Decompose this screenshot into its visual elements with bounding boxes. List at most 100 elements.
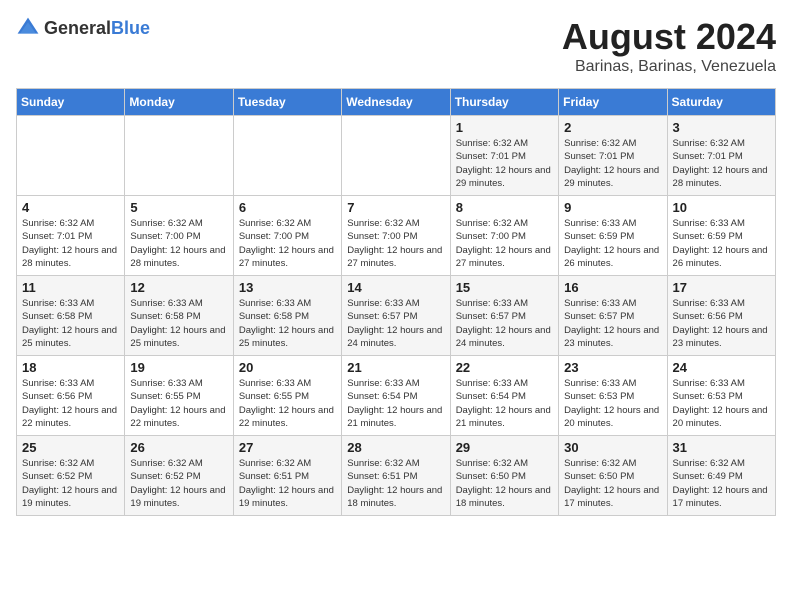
day-info: Sunrise: 6:32 AM Sunset: 7:01 PM Dayligh…: [564, 137, 661, 190]
calendar-cell: 16 Sunrise: 6:33 AM Sunset: 6:57 PM Dayli…: [559, 276, 667, 356]
calendar-cell: 4 Sunrise: 6:32 AM Sunset: 7:01 PM Daylig…: [17, 196, 125, 276]
logo-icon: [16, 16, 40, 40]
calendar-cell: 27 Sunrise: 6:32 AM Sunset: 6:51 PM Dayli…: [233, 436, 341, 516]
day-number: 1: [456, 120, 553, 135]
day-info: Sunrise: 6:32 AM Sunset: 6:49 PM Dayligh…: [673, 457, 770, 510]
day-number: 23: [564, 360, 661, 375]
day-info: Sunrise: 6:32 AM Sunset: 7:00 PM Dayligh…: [456, 217, 553, 270]
calendar-cell: 7 Sunrise: 6:32 AM Sunset: 7:00 PM Daylig…: [342, 196, 450, 276]
day-header-sunday: Sunday: [17, 89, 125, 116]
day-info: Sunrise: 6:33 AM Sunset: 6:59 PM Dayligh…: [564, 217, 661, 270]
page-header: GeneralBlue August 2024 Barinas, Barinas…: [16, 16, 776, 76]
day-header-thursday: Thursday: [450, 89, 558, 116]
month-year: August 2024: [562, 16, 776, 58]
calendar-cell: 26 Sunrise: 6:32 AM Sunset: 6:52 PM Dayli…: [125, 436, 233, 516]
day-number: 25: [22, 440, 119, 455]
calendar-cell: 5Sunrise: 6:32 AM Sunset: 7:00 PM Daylig…: [125, 196, 233, 276]
day-info: Sunrise: 6:32 AM Sunset: 6:52 PM Dayligh…: [130, 457, 227, 510]
day-info: Sunrise: 6:33 AM Sunset: 6:55 PM Dayligh…: [239, 377, 336, 430]
day-info: Sunrise: 6:33 AM Sunset: 6:54 PM Dayligh…: [347, 377, 444, 430]
calendar-cell: 21 Sunrise: 6:33 AM Sunset: 6:54 PM Dayli…: [342, 356, 450, 436]
logo: GeneralBlue: [16, 16, 150, 40]
calendar-cell: 18 Sunrise: 6:33 AM Sunset: 6:56 PM Dayli…: [17, 356, 125, 436]
day-info: Sunrise: 6:32 AM Sunset: 7:00 PM Dayligh…: [130, 217, 227, 270]
calendar-week-row: 11 Sunrise: 6:33 AM Sunset: 6:58 PM Dayli…: [17, 276, 776, 356]
location: Barinas, Barinas, Venezuela: [562, 58, 776, 76]
day-number: 22: [456, 360, 553, 375]
calendar-cell: 6 Sunrise: 6:32 AM Sunset: 7:00 PM Daylig…: [233, 196, 341, 276]
day-info: Sunrise: 6:33 AM Sunset: 6:59 PM Dayligh…: [673, 217, 770, 270]
calendar-cell: 13 Sunrise: 6:33 AM Sunset: 6:58 PM Dayli…: [233, 276, 341, 356]
calendar-cell: [125, 116, 233, 196]
day-number: 31: [673, 440, 770, 455]
day-info: Sunrise: 6:32 AM Sunset: 6:51 PM Dayligh…: [347, 457, 444, 510]
calendar-cell: [17, 116, 125, 196]
day-number: 21: [347, 360, 444, 375]
calendar-cell: 30Sunrise: 6:32 AM Sunset: 6:50 PM Dayli…: [559, 436, 667, 516]
day-info: Sunrise: 6:32 AM Sunset: 7:01 PM Dayligh…: [673, 137, 770, 190]
calendar-cell: 10 Sunrise: 6:33 AM Sunset: 6:59 PM Dayli…: [667, 196, 775, 276]
day-info: Sunrise: 6:33 AM Sunset: 6:58 PM Dayligh…: [239, 297, 336, 350]
day-number: 17: [673, 280, 770, 295]
day-number: 18: [22, 360, 119, 375]
calendar-cell: 22 Sunrise: 6:33 AM Sunset: 6:54 PM Dayli…: [450, 356, 558, 436]
calendar-cell: 25Sunrise: 6:32 AM Sunset: 6:52 PM Dayli…: [17, 436, 125, 516]
day-header-monday: Monday: [125, 89, 233, 116]
day-info: Sunrise: 6:33 AM Sunset: 6:55 PM Dayligh…: [130, 377, 227, 430]
day-number: 28: [347, 440, 444, 455]
calendar-cell: [233, 116, 341, 196]
calendar-cell: 31 Sunrise: 6:32 AM Sunset: 6:49 PM Dayli…: [667, 436, 775, 516]
day-info: Sunrise: 6:32 AM Sunset: 6:50 PM Dayligh…: [456, 457, 553, 510]
logo-text-general: General: [44, 18, 111, 38]
calendar-cell: 17 Sunrise: 6:33 AM Sunset: 6:56 PM Dayli…: [667, 276, 775, 356]
day-number: 26: [130, 440, 227, 455]
day-info: Sunrise: 6:33 AM Sunset: 6:58 PM Dayligh…: [130, 297, 227, 350]
day-info: Sunrise: 6:32 AM Sunset: 7:01 PM Dayligh…: [456, 137, 553, 190]
calendar-cell: 11 Sunrise: 6:33 AM Sunset: 6:58 PM Dayli…: [17, 276, 125, 356]
day-info: Sunrise: 6:33 AM Sunset: 6:56 PM Dayligh…: [673, 297, 770, 350]
calendar-cell: 28 Sunrise: 6:32 AM Sunset: 6:51 PM Dayli…: [342, 436, 450, 516]
day-number: 3: [673, 120, 770, 135]
day-info: Sunrise: 6:33 AM Sunset: 6:58 PM Dayligh…: [22, 297, 119, 350]
calendar-cell: 8 Sunrise: 6:32 AM Sunset: 7:00 PM Daylig…: [450, 196, 558, 276]
calendar-cell: 19Sunrise: 6:33 AM Sunset: 6:55 PM Dayli…: [125, 356, 233, 436]
calendar-week-row: 1 Sunrise: 6:32 AM Sunset: 7:01 PM Daylig…: [17, 116, 776, 196]
day-header-wednesday: Wednesday: [342, 89, 450, 116]
day-number: 11: [22, 280, 119, 295]
day-number: 10: [673, 200, 770, 215]
day-info: Sunrise: 6:33 AM Sunset: 6:56 PM Dayligh…: [22, 377, 119, 430]
title-block: August 2024 Barinas, Barinas, Venezuela: [562, 16, 776, 76]
day-number: 4: [22, 200, 119, 215]
calendar-cell: 1 Sunrise: 6:32 AM Sunset: 7:01 PM Daylig…: [450, 116, 558, 196]
day-number: 12: [130, 280, 227, 295]
calendar-cell: 9Sunrise: 6:33 AM Sunset: 6:59 PM Daylig…: [559, 196, 667, 276]
day-info: Sunrise: 6:33 AM Sunset: 6:54 PM Dayligh…: [456, 377, 553, 430]
day-info: Sunrise: 6:33 AM Sunset: 6:57 PM Dayligh…: [347, 297, 444, 350]
calendar-cell: 23 Sunrise: 6:33 AM Sunset: 6:53 PM Dayli…: [559, 356, 667, 436]
day-info: Sunrise: 6:32 AM Sunset: 7:01 PM Dayligh…: [22, 217, 119, 270]
day-header-tuesday: Tuesday: [233, 89, 341, 116]
calendar-cell: 24Sunrise: 6:33 AM Sunset: 6:53 PM Dayli…: [667, 356, 775, 436]
day-info: Sunrise: 6:32 AM Sunset: 7:00 PM Dayligh…: [347, 217, 444, 270]
day-info: Sunrise: 6:33 AM Sunset: 6:57 PM Dayligh…: [564, 297, 661, 350]
day-number: 14: [347, 280, 444, 295]
day-number: 27: [239, 440, 336, 455]
day-number: 29: [456, 440, 553, 455]
day-number: 15: [456, 280, 553, 295]
day-number: 7: [347, 200, 444, 215]
calendar-week-row: 4 Sunrise: 6:32 AM Sunset: 7:01 PM Daylig…: [17, 196, 776, 276]
day-number: 8: [456, 200, 553, 215]
calendar-cell: 3 Sunrise: 6:32 AM Sunset: 7:01 PM Daylig…: [667, 116, 775, 196]
day-info: Sunrise: 6:32 AM Sunset: 6:51 PM Dayligh…: [239, 457, 336, 510]
day-number: 6: [239, 200, 336, 215]
day-info: Sunrise: 6:32 AM Sunset: 7:00 PM Dayligh…: [239, 217, 336, 270]
calendar-week-row: 25 Sunrise: 6:32 AM Sunset: 6:52 PM Dayli…: [17, 436, 776, 516]
day-info: Sunrise: 6:32 AM Sunset: 6:50 PM Dayligh…: [564, 457, 661, 510]
day-number: 2: [564, 120, 661, 135]
calendar-cell: 15Sunrise: 6:33 AM Sunset: 6:57 PM Dayli…: [450, 276, 558, 356]
day-info: Sunrise: 6:33 AM Sunset: 6:53 PM Dayligh…: [564, 377, 661, 430]
day-number: 16: [564, 280, 661, 295]
calendar-cell: 29 Sunrise: 6:32 AM Sunset: 6:50 PM Dayli…: [450, 436, 558, 516]
calendar-cell: 14 Sunrise: 6:33 AM Sunset: 6:57 PM Dayli…: [342, 276, 450, 356]
day-number: 13: [239, 280, 336, 295]
